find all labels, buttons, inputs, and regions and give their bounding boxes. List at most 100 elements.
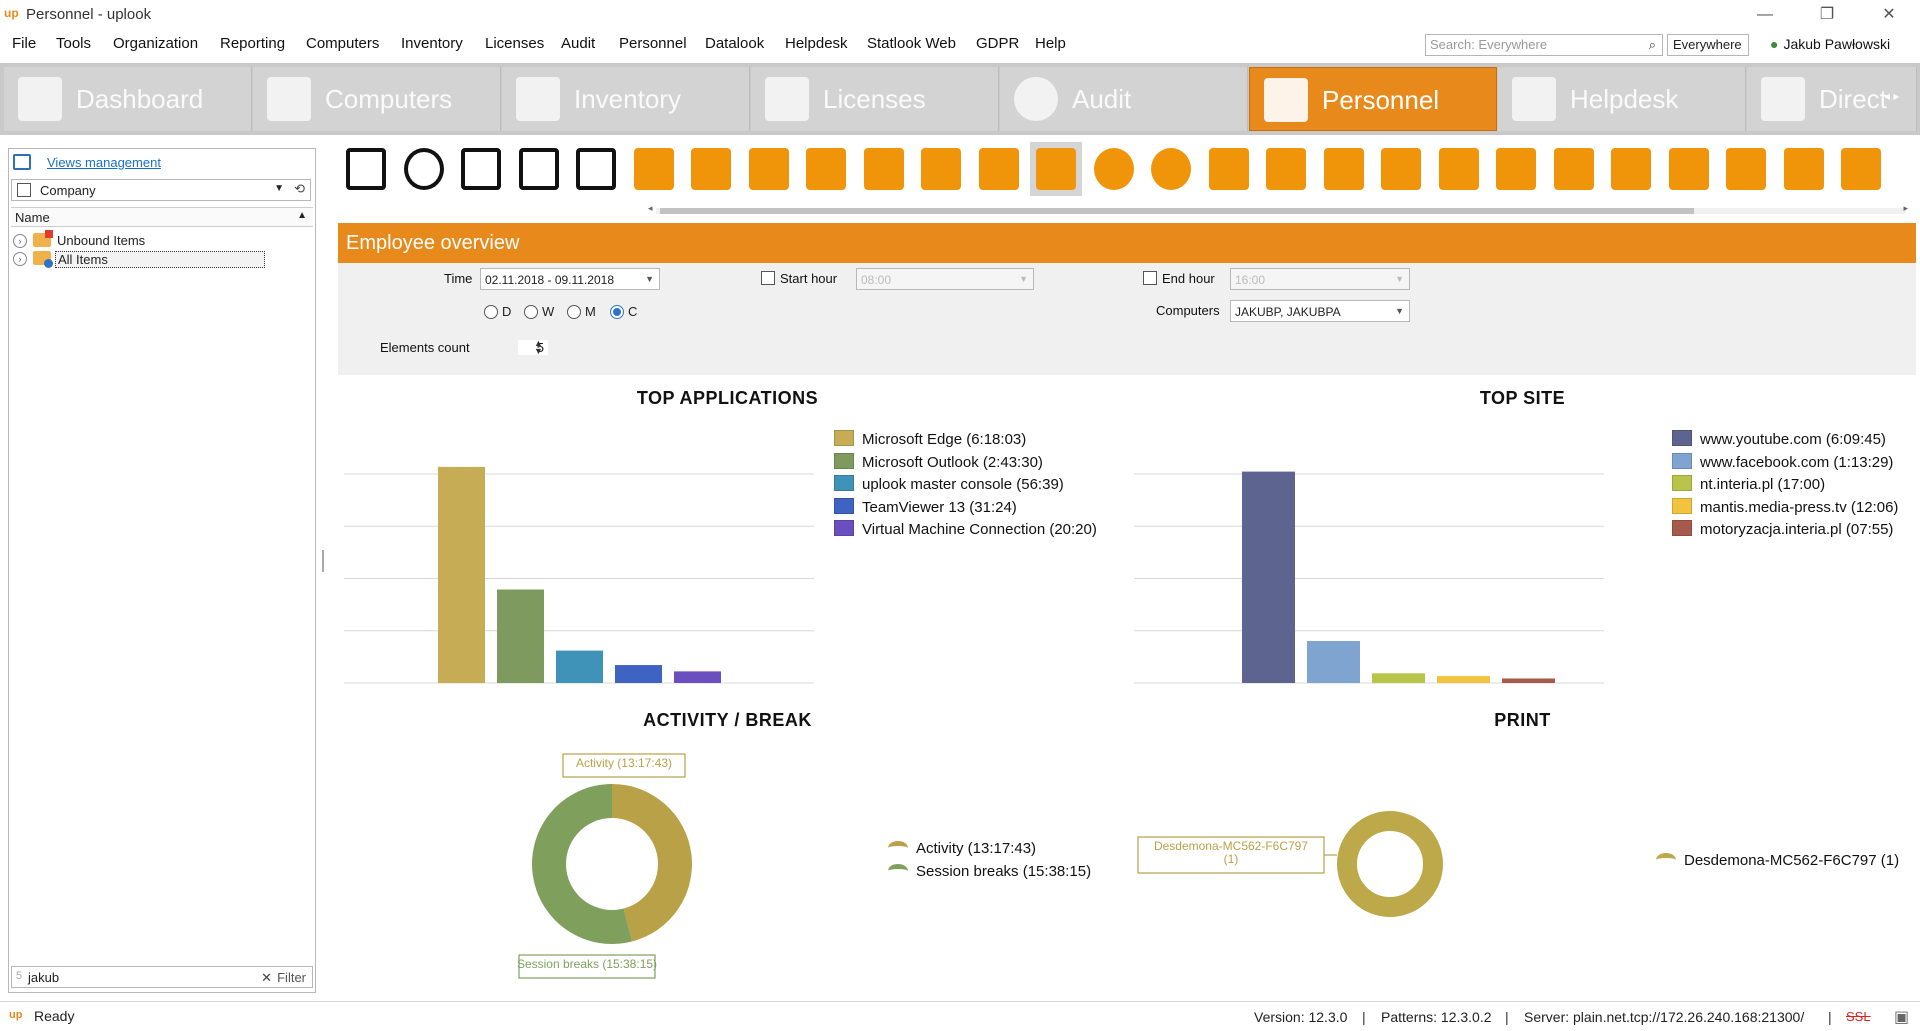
clear-filter-icon[interactable]: ✕ — [261, 970, 272, 986]
menu-file[interactable]: File — [12, 35, 36, 52]
legend-item[interactable]: www.youtube.com (6:09:45) — [1672, 430, 1886, 448]
menu-tools[interactable]: Tools — [56, 35, 91, 52]
toolbar-button-user-time[interactable] — [858, 142, 910, 196]
elements-count-input[interactable]: 5 — [518, 340, 548, 355]
start-hour-select[interactable]: 08:00 ▼ — [856, 268, 1034, 290]
toolbar-button-www-eye[interactable] — [1663, 142, 1715, 196]
toolbar-button-refresh[interactable] — [398, 142, 450, 196]
legend-item[interactable]: Session breaks (15:38:15) — [888, 863, 1091, 880]
menu-statlook-web[interactable]: Statlook Web — [867, 35, 956, 52]
toolbar-button-www-pie[interactable] — [1720, 142, 1772, 196]
toolbar-button-group[interactable] — [628, 142, 680, 196]
toolbar-button-settings[interactable] — [455, 142, 507, 196]
panel-splitter[interactable] — [322, 550, 324, 572]
module-tab-inventory[interactable]: Inventory — [502, 67, 750, 131]
restore-button[interactable]: ❐ — [1804, 2, 1850, 28]
views-management-link[interactable]: Views management — [47, 155, 161, 170]
tree-item-all[interactable]: › All Items — [11, 249, 313, 269]
computers-select[interactable]: JAKUBP, JAKUBPA ▼ — [1230, 300, 1410, 322]
toolbar-button-user-chat[interactable] — [1605, 142, 1657, 196]
company-select[interactable]: Company ▼ ⟲ — [11, 179, 311, 201]
legend-item[interactable]: uplook master console (56:39) — [834, 475, 1064, 493]
tree-item-unbound[interactable]: › Unbound Items — [11, 230, 313, 251]
expand-icon[interactable]: › — [13, 234, 27, 248]
legend-item[interactable]: motoryzacja.interia.pl (07:55) — [1672, 520, 1893, 538]
toolbar-button-save[interactable] — [513, 142, 565, 196]
notification-icon[interactable]: ▣ — [1894, 1007, 1909, 1027]
time-range-select[interactable]: 02.11.2018 - 09.11.2018 ▼ — [480, 268, 660, 290]
minimize-button[interactable]: — — [1742, 2, 1788, 28]
expand-icon[interactable]: › — [13, 252, 27, 266]
toolbar-button-print[interactable] — [570, 142, 622, 196]
menu-computers[interactable]: Computers — [306, 35, 379, 52]
module-tab-dashboard[interactable]: Dashboard — [4, 67, 252, 131]
toolbar-button-signal[interactable] — [1433, 142, 1485, 196]
module-tab-computers[interactable]: Computers — [253, 67, 501, 131]
menu-inventory[interactable]: Inventory — [401, 35, 463, 52]
menu-organization[interactable]: Organization — [113, 35, 198, 52]
toolbar-button-info-document[interactable] — [915, 142, 967, 196]
legend-item[interactable]: Desdemona-MC562-F6C797 (1) — [1656, 852, 1899, 869]
menu-reporting[interactable]: Reporting — [220, 35, 285, 52]
start-hour-checkbox[interactable] — [761, 271, 775, 285]
legend-item[interactable]: Virtual Machine Connection (20:20) — [834, 520, 1097, 538]
module-tab-helpdesk[interactable]: Helpdesk — [1498, 67, 1746, 131]
scroll-right-icon[interactable]: ▸ — [1903, 203, 1908, 214]
filter-input[interactable]: 5 jakub ✕ Filter — [11, 966, 313, 988]
toolbar-button-check-add[interactable] — [1835, 142, 1887, 196]
menu-personnel[interactable]: Personnel — [619, 35, 687, 52]
period-radio-d[interactable] — [484, 305, 498, 319]
close-button[interactable]: ✕ — [1866, 2, 1912, 28]
menu-gdpr[interactable]: GDPR — [976, 35, 1019, 52]
end-hour-checkbox[interactable] — [1143, 271, 1157, 285]
period-radio-c[interactable] — [610, 305, 624, 319]
legend-item[interactable]: Microsoft Outlook (2:43:30) — [834, 452, 1043, 471]
toolbar-button-calendar-grid[interactable] — [1030, 142, 1082, 196]
period-radio-w[interactable] — [524, 305, 538, 319]
module-tab-audit[interactable]: Audit — [1000, 67, 1248, 131]
menu-helpdesk[interactable]: Helpdesk — [785, 35, 848, 52]
scroll-left-icon[interactable]: ◂ — [648, 203, 653, 214]
toolbar-scrollbar[interactable]: ◂ ▸ — [648, 203, 1908, 215]
toolbar-button-one[interactable] — [1318, 142, 1370, 196]
module-tab-licenses[interactable]: Licenses — [751, 67, 999, 131]
menu-licenses[interactable]: Licenses — [485, 35, 544, 52]
toolbar-button-user-documents[interactable] — [800, 142, 852, 196]
refresh-icon[interactable]: ⟲ — [294, 181, 305, 197]
legend-item[interactable]: www.facebook.com (1:13:29) — [1672, 452, 1893, 471]
toolbar-button-www-download[interactable] — [1778, 142, 1830, 196]
module-tab-personnel[interactable]: Personnel — [1249, 67, 1497, 131]
toolbar-button-calendar-clock[interactable] — [1088, 142, 1140, 196]
toolbar-button-user-settings[interactable] — [973, 142, 1025, 196]
search-scope-button[interactable]: Everywhere — [1667, 34, 1749, 56]
user-info[interactable]: ● Jakub Pawłowski — [1770, 36, 1890, 52]
toolbar-button-computer-clock[interactable] — [1145, 142, 1197, 196]
menu-datalook[interactable]: Datalook — [705, 35, 764, 52]
legend-label: Activity (13:17:43) — [916, 840, 1037, 857]
spinner-icon[interactable]: ▲ ▼ — [534, 339, 543, 356]
toolbar-button-home[interactable] — [340, 142, 392, 196]
legend-item[interactable]: Activity (13:17:43) — [888, 840, 1036, 857]
toolbar-button-clock-cup[interactable] — [1203, 142, 1255, 196]
search-icon[interactable]: ⌕ — [1649, 37, 1656, 53]
period-radio-m[interactable] — [567, 305, 581, 319]
menu-audit[interactable]: Audit — [561, 35, 595, 52]
toolbar-button-cursor[interactable] — [1260, 142, 1312, 196]
module-scroll-arrows[interactable]: ◂ ▸ — [1884, 89, 1899, 103]
menu-help[interactable]: Help — [1035, 35, 1066, 52]
toolbar-button-lock[interactable] — [1375, 142, 1427, 196]
end-hour-select[interactable]: 16:00 ▼ — [1230, 268, 1410, 290]
legend-item[interactable]: TeamViewer 13 (31:24) — [834, 497, 1017, 516]
toolbar-button-printer[interactable] — [1548, 142, 1600, 196]
overview-title: Employee overview — [346, 232, 520, 254]
toolbar-button-user-stats[interactable] — [1490, 142, 1542, 196]
search-input[interactable]: Search: Everywhere ⌕ — [1425, 34, 1663, 56]
legend-item[interactable]: mantis.media-press.tv (12:06) — [1672, 497, 1898, 516]
toolbar-button-users[interactable] — [685, 142, 737, 196]
legend-item[interactable]: Microsoft Edge (6:18:03) — [834, 430, 1026, 448]
scroll-thumb[interactable] — [660, 208, 1694, 214]
legend-item[interactable]: nt.interia.pl (17:00) — [1672, 475, 1825, 493]
module-label: Licenses — [823, 84, 926, 114]
tree-column-header[interactable]: Name ▲ — [11, 207, 313, 227]
toolbar-button-user-attach[interactable] — [743, 142, 795, 196]
